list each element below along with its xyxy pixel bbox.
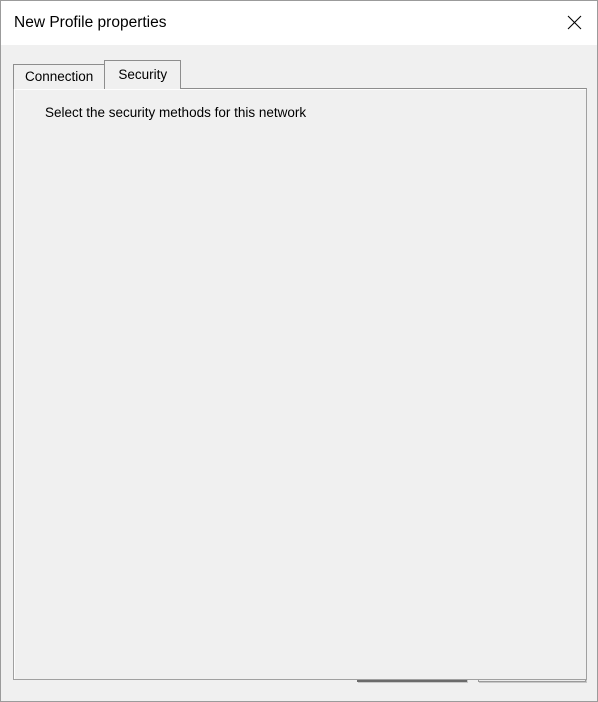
title-bar: New Profile properties	[1, 1, 597, 45]
dialog-window: New Profile properties Connection Securi…	[0, 0, 598, 702]
dialog-client-area: Connection Security Select the security …	[1, 45, 597, 701]
tab-panel-security	[13, 88, 587, 680]
window-title: New Profile properties	[14, 14, 167, 32]
tab-connection[interactable]: Connection	[13, 64, 106, 89]
tab-security[interactable]: Security	[104, 60, 182, 89]
tab-strip: Connection Security	[13, 60, 182, 89]
close-icon[interactable]	[551, 1, 597, 44]
security-methods-group-legend: Select the security methods for this net…	[41, 105, 311, 121]
